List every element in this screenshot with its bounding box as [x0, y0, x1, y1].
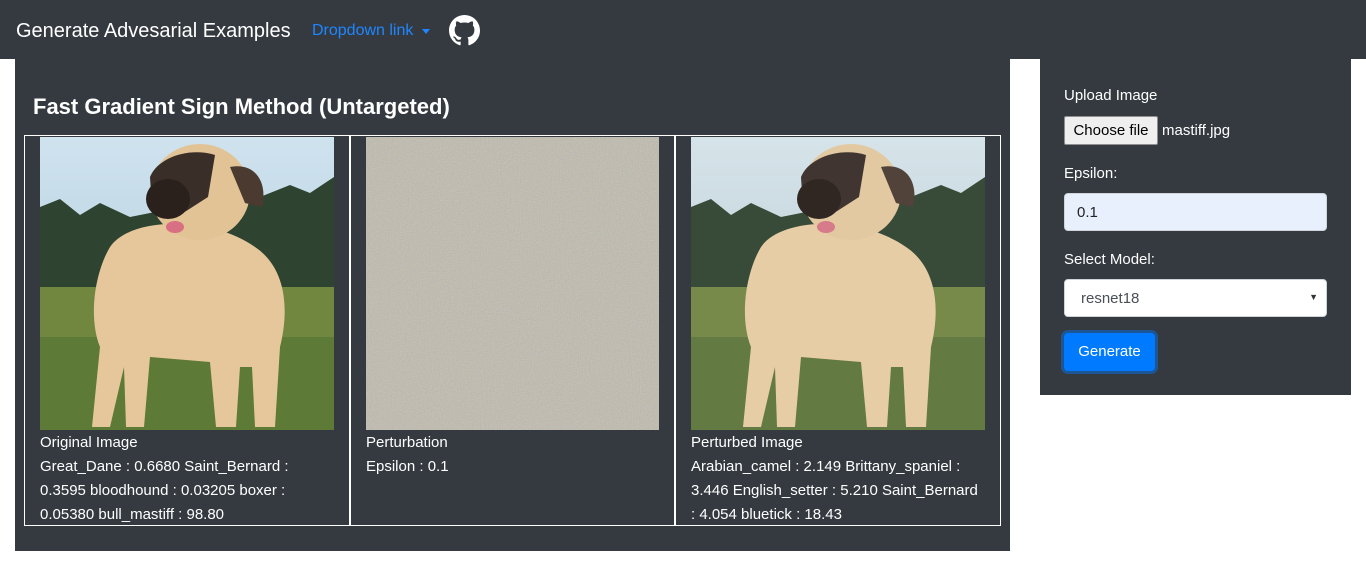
- perturbed-prediction-line: 3.446 English_setter : 5.210 Saint_Berna…: [691, 482, 978, 499]
- page-title: Fast Gradient Sign Method (Untargeted): [33, 94, 450, 119]
- brand-title[interactable]: Generate Advesarial Examples: [16, 17, 291, 45]
- dropdown-link[interactable]: Dropdown link: [312, 20, 431, 42]
- navbar: Generate Advesarial Examples Dropdown li…: [0, 0, 1366, 59]
- dropdown-link-label: Dropdown link: [312, 22, 414, 39]
- original-prediction-line: 0.3595 bloodhound : 0.03205 boxer :: [40, 482, 286, 499]
- github-icon[interactable]: [449, 15, 480, 46]
- perturbed-image: [691, 137, 985, 430]
- perturbed-caption: Perturbed Image Arabian_camel : 2.149 Br…: [691, 431, 996, 527]
- perturbation-image: [366, 137, 659, 430]
- perturbation-caption: Perturbation Epsilon : 0.1: [366, 431, 666, 479]
- choose-file-button[interactable]: Choose file: [1064, 116, 1158, 145]
- perturbed-prediction-line: : 4.054 bluetick : 18.43: [691, 506, 842, 523]
- select-arrow-icon: ▼: [1309, 292, 1318, 302]
- original-prediction-line: 0.05380 bull_mastiff : 98.80: [40, 506, 225, 523]
- generate-button[interactable]: Generate: [1064, 333, 1155, 371]
- caret-down-icon: [422, 28, 431, 34]
- original-heading: Original Image: [40, 434, 138, 451]
- original-image: [40, 137, 334, 430]
- upload-label: Upload Image: [1064, 87, 1158, 104]
- original-caption: Original Image Great_Dane : 0.6680 Saint…: [40, 431, 340, 527]
- model-select-value: resnet18: [1081, 290, 1140, 307]
- epsilon-label: Epsilon:: [1064, 165, 1118, 182]
- epsilon-line: Epsilon : 0.1: [366, 458, 449, 475]
- model-label: Select Model:: [1064, 251, 1155, 268]
- perturbed-heading: Perturbed Image: [691, 434, 803, 451]
- selected-file-name: mastiff.jpg: [1162, 122, 1231, 139]
- perturbed-prediction-line: Arabian_camel : 2.149 Brittany_spaniel :: [691, 458, 961, 475]
- epsilon-input[interactable]: [1064, 193, 1327, 231]
- original-prediction-line: Great_Dane : 0.6680 Saint_Bernard :: [40, 458, 289, 475]
- perturbation-heading: Perturbation: [366, 434, 448, 451]
- model-select[interactable]: resnet18 ▼: [1064, 279, 1327, 317]
